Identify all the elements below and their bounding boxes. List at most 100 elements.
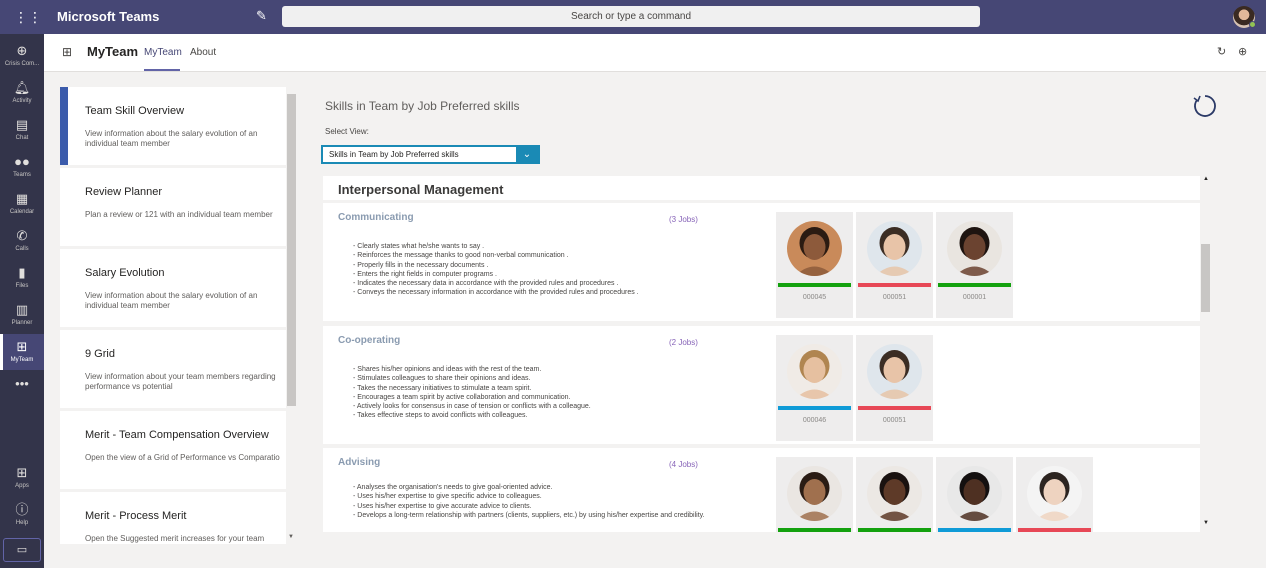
skill-row: Co-operating (2 Jobs) - Shares his/her o…	[323, 326, 1200, 444]
employee-card[interactable]	[1016, 457, 1093, 532]
rail-label: Files	[15, 283, 29, 289]
globe-icon[interactable]: ⊕	[1238, 45, 1247, 58]
content-scrollbar[interactable]	[1201, 244, 1210, 312]
skill-group-title: Interpersonal Management	[338, 182, 504, 197]
card-description: View information about your team members…	[85, 372, 276, 391]
file-icon: ▮	[18, 265, 26, 280]
refresh-icon[interactable]: ↻	[1217, 45, 1226, 58]
description-line: - Actively looks for consensus in case o…	[353, 403, 591, 411]
employee-photo	[867, 466, 922, 521]
description-line: - Analyses the organisation's needs to g…	[353, 484, 553, 491]
skill-group-header: Interpersonal Management	[323, 176, 1200, 200]
description-line: - Uses his/her expertise to give accurat…	[353, 502, 532, 510]
description-line: - Encourages a team spirit by active col…	[353, 393, 571, 401]
scroll-down-icon[interactable]: ▼	[1203, 520, 1209, 526]
scroll-down-icon[interactable]: ▼	[288, 534, 294, 540]
skill-level-bar	[778, 528, 851, 532]
rail-item-crisis[interactable]: ⊕ Crisis Com...	[0, 38, 44, 74]
description-line: - Takes the necessary initiatives to sti…	[353, 384, 532, 392]
employee-id: 000046	[802, 417, 827, 424]
rail-item-help[interactable]: ⓘ Help	[0, 497, 44, 533]
scroll-up-icon[interactable]: ▲	[1203, 176, 1209, 182]
skill-row: Communicating (3 Jobs) - Clearly states …	[323, 203, 1200, 321]
skill-name[interactable]: Advising	[338, 457, 380, 468]
device-icon[interactable]: ▭	[3, 538, 41, 562]
employee-card[interactable]	[936, 457, 1013, 532]
more-apps-button[interactable]: •••	[0, 371, 44, 407]
app-launcher-icon[interactable]: ⋮⋮	[14, 9, 42, 25]
skill-description: - Shares his/her opinions and ideas with…	[353, 365, 733, 421]
view-select-value: Skills in Team by Job Preferred skills	[329, 150, 459, 159]
skill-level-bar	[858, 406, 931, 410]
compose-icon[interactable]: ✎	[256, 8, 267, 24]
select-view-label: Select View:	[325, 127, 369, 136]
employee-card[interactable]: 000045	[776, 212, 853, 318]
skill-description: - Clearly states what he/she wants to sa…	[353, 242, 733, 298]
rail-item-files[interactable]: ▮ Files	[0, 260, 44, 296]
card-description: View information about the salary evolut…	[85, 129, 258, 148]
myteam-icon: ⊞	[62, 45, 73, 59]
employee-card[interactable]: 000051	[856, 335, 933, 441]
description-line: - Reinforces the message thanks to good …	[353, 252, 569, 260]
rail-item-myteam[interactable]: ⊞ MyTeam	[0, 334, 44, 370]
view-card-merit-team-compensation[interactable]: Merit - Team Compensation Overview Open …	[60, 411, 286, 489]
tab-about[interactable]: About	[190, 47, 216, 58]
employee-card[interactable]: 000046	[776, 335, 853, 441]
employee-photo	[1027, 466, 1082, 521]
rail-label: Calendar	[9, 209, 35, 215]
skill-name[interactable]: Co-operating	[338, 335, 400, 346]
rail-label: Crisis Com...	[4, 61, 40, 67]
employee-photo	[867, 221, 922, 276]
chevron-down-icon[interactable]: ⌄	[516, 147, 538, 162]
view-card-review-planner[interactable]: Review Planner Plan a review or 121 with…	[60, 168, 286, 246]
view-select[interactable]: Skills in Team by Job Preferred skills ⌄	[321, 145, 540, 164]
teams-icon: ●●	[14, 154, 30, 169]
skill-level-bar	[938, 528, 1011, 532]
skill-jobs-count[interactable]: (4 Jobs)	[669, 460, 698, 469]
description-line: - Uses his/her expertise to give specifi…	[353, 493, 542, 501]
rail-label: Help	[15, 520, 29, 526]
phone-icon: ✆	[16, 228, 28, 243]
view-card-merit-process[interactable]: Merit - Process Merit Open the Suggested…	[60, 492, 286, 544]
rail-item-teams[interactable]: ●● Teams	[0, 149, 44, 185]
employee-card[interactable]	[776, 457, 853, 532]
employee-id: 000001	[962, 294, 987, 301]
skill-row: Advising (4 Jobs) - Analyses the organis…	[323, 448, 1200, 532]
description-line: - Properly fills in the necessary docume…	[353, 261, 489, 269]
view-card-salary-evolution[interactable]: Salary Evolution View information about …	[60, 249, 286, 327]
employee-photo	[787, 344, 842, 399]
skill-level-bar	[1018, 528, 1091, 532]
description-line: - Clearly states what he/she wants to sa…	[353, 243, 485, 250]
page-title: MyTeam	[87, 44, 139, 59]
tab-myteam[interactable]: MyTeam	[144, 47, 182, 58]
rail-item-chat[interactable]: ▤ Chat	[0, 112, 44, 148]
skill-level-bar	[938, 283, 1011, 287]
employee-card[interactable]: 000001	[936, 212, 1013, 318]
rail-item-calls[interactable]: ✆ Calls	[0, 223, 44, 259]
employee-photo	[787, 221, 842, 276]
view-card-team-skill-overview[interactable]: Team Skill Overview View information abo…	[60, 87, 286, 165]
rail-label: Apps	[15, 483, 29, 489]
rail-label: Planner	[11, 320, 33, 326]
rail-item-calendar[interactable]: ▦ Calendar	[0, 186, 44, 222]
employee-id: 000051	[882, 417, 907, 424]
employee-card[interactable]: 000051	[856, 212, 933, 318]
rail-label: MyTeam	[10, 357, 34, 363]
employee-card[interactable]	[856, 457, 933, 532]
rail-item-activity[interactable]: 🔔︎ Activity	[0, 75, 44, 111]
planner-icon: ▥	[15, 302, 29, 317]
skill-jobs-count[interactable]: (3 Jobs)	[669, 215, 698, 224]
view-title: Skills in Team by Job Preferred skills	[325, 99, 520, 113]
view-card-9-grid[interactable]: 9 Grid View information about your team …	[60, 330, 286, 408]
left-scrollbar[interactable]	[287, 94, 296, 406]
search-input[interactable]: Search or type a command	[282, 6, 980, 27]
rail-item-planner[interactable]: ▥ Planner	[0, 297, 44, 333]
rail-item-apps[interactable]: ⊞ Apps	[0, 460, 44, 496]
rail-label: Teams	[13, 172, 31, 178]
skill-jobs-count[interactable]: (2 Jobs)	[669, 338, 698, 347]
description-line: - Conveys the necessary information in a…	[353, 289, 639, 297]
skill-name[interactable]: Communicating	[338, 212, 414, 223]
card-title: Merit - Team Compensation Overview	[85, 429, 269, 441]
myteam-icon: ⊞	[16, 339, 28, 354]
refresh-icon[interactable]	[1192, 93, 1218, 119]
